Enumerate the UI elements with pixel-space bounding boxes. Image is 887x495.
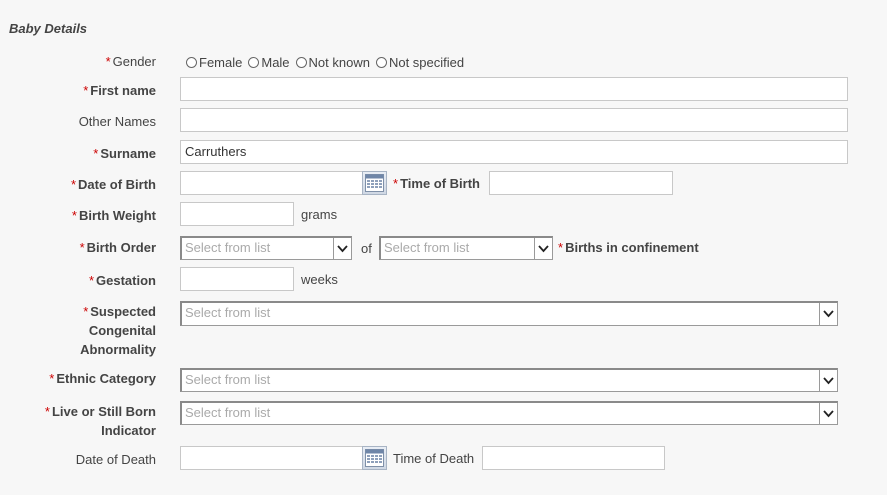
congenital-abnormality-select[interactable]: Select from list — [180, 301, 838, 326]
radio-button[interactable] — [375, 56, 387, 68]
other-names-label: Other Names — [78, 114, 156, 129]
first-name-label: * First name — [83, 83, 156, 98]
section-title: Baby Details — [9, 21, 88, 36]
birth-order-select[interactable]: Select from list — [180, 236, 352, 260]
congenital-abnormality-label: * Suspected Congenital Abnormality — [26, 302, 156, 359]
calendar-grid-graphic — [365, 449, 384, 467]
birth-order-of-label: of — [361, 241, 372, 256]
calendar-grid-graphic — [365, 174, 384, 192]
gender-option-not-specified[interactable]: Not specified — [375, 55, 464, 70]
live-or-still-born-select[interactable]: Select from list — [180, 401, 838, 425]
congenital-label-line-1: * Suspected — [83, 304, 156, 319]
ethnic-category-select-value: Select from list — [185, 372, 271, 387]
radio-button[interactable] — [295, 56, 307, 68]
ethnic-category-select[interactable]: Select from list — [180, 368, 838, 392]
date-of-birth-label: * Date of Birth — [70, 177, 156, 192]
gender-radio-group: Female Male Not known Not specified — [186, 54, 470, 70]
gender-option-male[interactable]: Male — [248, 55, 290, 70]
time-of-death-label: Time of Death — [393, 451, 475, 466]
calendar-icon[interactable] — [362, 171, 387, 195]
other-names-input[interactable] — [180, 108, 848, 132]
birth-weight-unit: grams — [301, 207, 338, 222]
date-of-birth-input[interactable] — [180, 171, 363, 195]
births-in-confinement-select[interactable]: Select from list — [379, 236, 553, 260]
gestation-input[interactable] — [180, 267, 294, 291]
congenital-label-line-2: Congenital — [88, 323, 156, 338]
birth-order-select-value: Select from list — [185, 240, 271, 255]
chevron-down-icon[interactable] — [819, 303, 837, 325]
surname-input[interactable]: Carruthers — [180, 140, 848, 164]
birth-order-label: * Birth Order — [79, 240, 156, 255]
chevron-down-icon[interactable] — [819, 403, 837, 424]
birth-weight-input[interactable] — [180, 202, 294, 226]
gender-option-not-known[interactable]: Not known — [295, 55, 370, 70]
gestation-label: * Gestation — [88, 273, 156, 288]
chevron-down-icon[interactable] — [333, 238, 351, 259]
live-or-still-born-label: * Live or Still Born Indicator — [26, 402, 156, 440]
births-in-confinement-label: * Births in confinement — [558, 240, 699, 255]
live-still-label-line-2: Indicator — [101, 423, 156, 438]
radio-button[interactable] — [248, 56, 260, 68]
date-of-death-label: Date of Death — [75, 452, 156, 467]
congenital-label-line-3: Abnormality — [80, 342, 156, 357]
congenital-abnormality-select-value: Select from list — [185, 305, 271, 320]
birth-weight-label: * Birth Weight — [71, 208, 156, 223]
surname-label: * Surname — [93, 146, 156, 161]
calendar-icon[interactable] — [362, 446, 387, 470]
time-of-death-input[interactable] — [482, 446, 665, 470]
ethnic-category-label: * Ethnic Category — [49, 371, 156, 386]
gender-label: * Gender — [105, 54, 156, 69]
births-in-confinement-select-value: Select from list — [384, 240, 470, 255]
gestation-unit: weeks — [301, 272, 338, 287]
date-of-death-input[interactable] — [180, 446, 363, 470]
chevron-down-icon[interactable] — [534, 238, 552, 259]
radio-button[interactable] — [186, 56, 197, 68]
live-or-still-born-select-value: Select from list — [185, 405, 271, 420]
live-still-label-line-1: * Live or Still Born — [44, 404, 156, 419]
time-of-birth-input[interactable] — [489, 171, 673, 195]
first-name-input[interactable] — [180, 77, 848, 101]
time-of-birth-label: * Time of Birth — [393, 176, 480, 191]
gender-option-female[interactable]: Female — [186, 55, 242, 70]
chevron-down-icon[interactable] — [819, 370, 837, 391]
